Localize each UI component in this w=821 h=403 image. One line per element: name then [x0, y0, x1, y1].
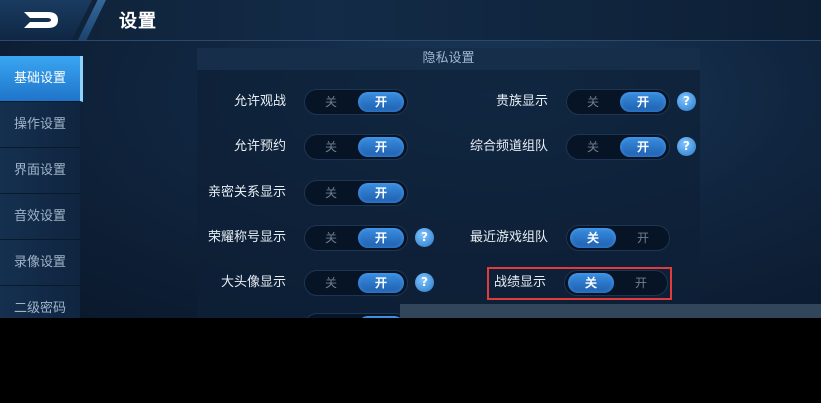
toggle-on-option[interactable]: 开 [620, 228, 666, 248]
toggle-off-option[interactable]: 关 [570, 137, 616, 157]
panel-title: 隐私设置 [197, 48, 700, 70]
bottom-bar [400, 304, 821, 318]
game-screen: 设置 基础设置 操作设置 界面设置 音效设置 录像设置 二级密码 隐私设置 允许… [0, 0, 821, 318]
setting-label: 允许观战 [233, 94, 286, 109]
back-button[interactable] [0, 0, 92, 40]
setting-label: 综合频道组队 [469, 139, 548, 154]
toggle-on-option[interactable] [358, 316, 404, 318]
sidebar-item-controls[interactable]: 操作设置 [0, 102, 80, 148]
toggle-on-option[interactable]: 开 [358, 92, 404, 112]
toggle-off-option[interactable]: 关 [308, 137, 354, 157]
back-arrow-icon [24, 12, 58, 28]
toggle-off-option[interactable]: 关 [308, 92, 354, 112]
toggle-off-option[interactable]: 关 [570, 228, 616, 248]
intimacy-display-toggle[interactable]: 关 开 [304, 180, 408, 206]
toggle-on-option[interactable]: 开 [358, 228, 404, 248]
help-icon[interactable]: ? [677, 137, 696, 156]
sidebar: 基础设置 操作设置 界面设置 音效设置 录像设置 二级密码 [0, 56, 83, 318]
help-icon[interactable]: ? [415, 228, 434, 247]
recent-game-team-toggle[interactable]: 关 开 [566, 225, 670, 251]
sidebar-item-sound[interactable]: 音效设置 [0, 194, 80, 240]
setting-label: 最近游戏组队 [469, 230, 548, 245]
help-icon[interactable]: ? [677, 92, 696, 111]
toggle-on-option[interactable]: 开 [358, 183, 404, 203]
toggle-off-option[interactable]: 关 [308, 273, 354, 293]
setting-label: 大头像显示 [220, 275, 286, 290]
toggle-off-option[interactable]: 关 [570, 92, 616, 112]
highlight-box [487, 267, 672, 300]
next-setting-toggle[interactable] [304, 313, 408, 318]
setting-label: 荣耀称号显示 [207, 230, 286, 245]
noble-display-toggle[interactable]: 关 开 [566, 89, 670, 115]
toggle-on-option[interactable]: 开 [620, 92, 666, 112]
toggle-on-option[interactable]: 开 [358, 137, 404, 157]
sidebar-item-replay[interactable]: 录像设置 [0, 240, 80, 286]
toggle-off-option[interactable]: 关 [308, 228, 354, 248]
large-avatar-toggle[interactable]: 关 开 [304, 270, 408, 296]
setting-label: 贵族显示 [495, 94, 548, 109]
channel-team-toggle[interactable]: 关 开 [566, 134, 670, 160]
sidebar-item-interface[interactable]: 界面设置 [0, 148, 80, 194]
help-icon[interactable]: ? [415, 273, 434, 292]
toggle-on-option[interactable]: 开 [620, 137, 666, 157]
glory-title-toggle[interactable]: 关 开 [304, 225, 408, 251]
sidebar-item-basic[interactable]: 基础设置 [0, 56, 83, 102]
allow-spectate-toggle[interactable]: 关 开 [304, 89, 408, 115]
setting-label: 允许预约 [233, 139, 286, 154]
top-bar: 设置 [0, 0, 821, 41]
toggle-on-option[interactable]: 开 [358, 273, 404, 293]
allow-reservation-toggle[interactable]: 关 开 [304, 134, 408, 160]
setting-label: 亲密关系显示 [207, 185, 286, 200]
sidebar-item-secondary-password[interactable]: 二级密码 [0, 286, 80, 318]
toggle-off-option[interactable]: 关 [308, 183, 354, 203]
page-title: 设置 [119, 11, 157, 32]
